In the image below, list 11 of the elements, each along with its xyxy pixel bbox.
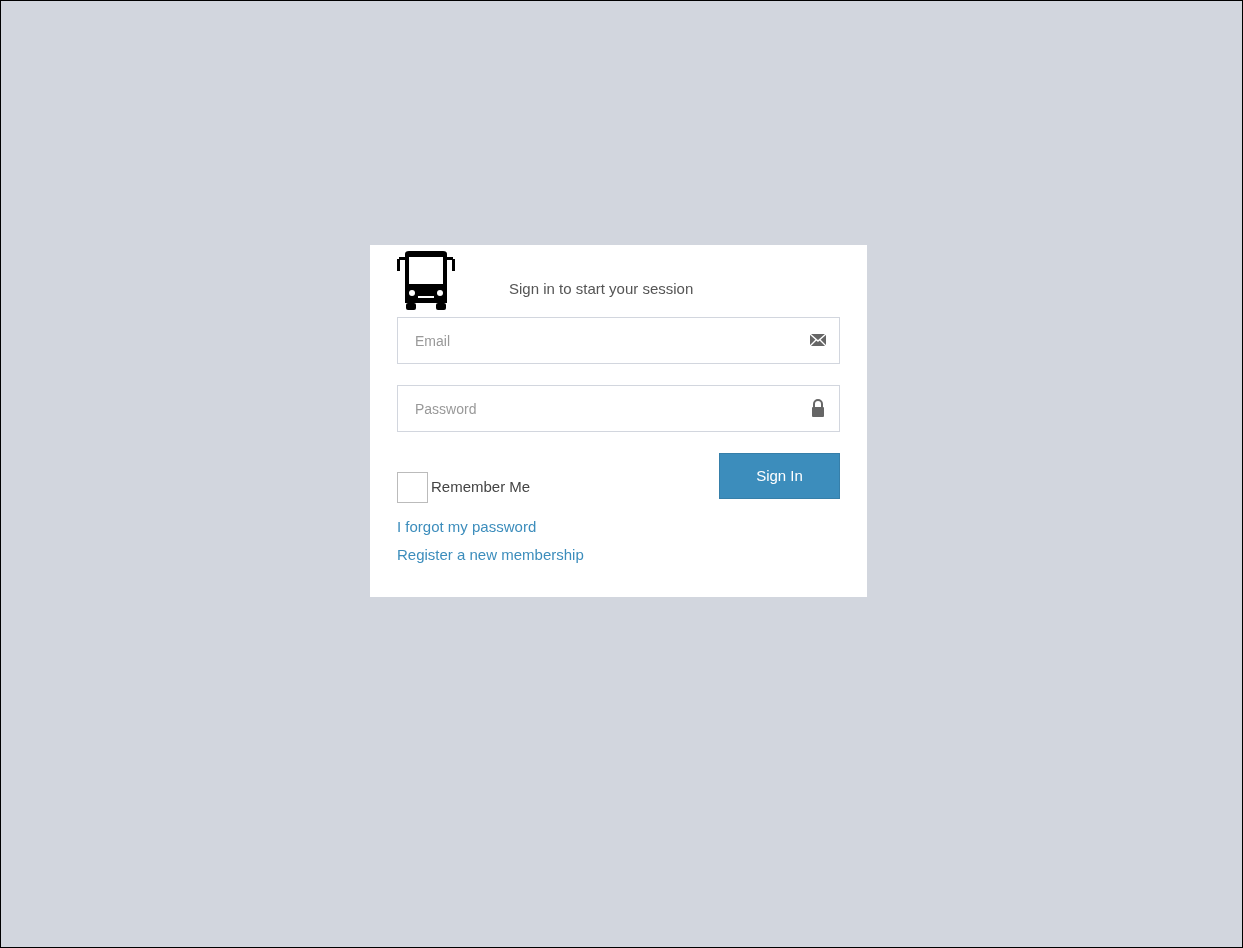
text-link[interactable]: Register a new membership — [397, 541, 584, 569]
remember-label[interactable]: Remember Me — [431, 476, 531, 499]
form-title: Sign in to start your session — [509, 279, 694, 299]
sign-in-button[interactable]: Sign In — [719, 453, 840, 499]
text-link[interactable]: I forgot my password — [397, 513, 537, 541]
password-field[interactable]: Password — [397, 385, 840, 432]
email-field[interactable]: Email — [397, 317, 840, 364]
lock-icon — [809, 399, 827, 417]
bus-icon — [397, 251, 455, 311]
remember-checkbox[interactable] — [397, 472, 428, 503]
mail-icon — [809, 331, 827, 349]
